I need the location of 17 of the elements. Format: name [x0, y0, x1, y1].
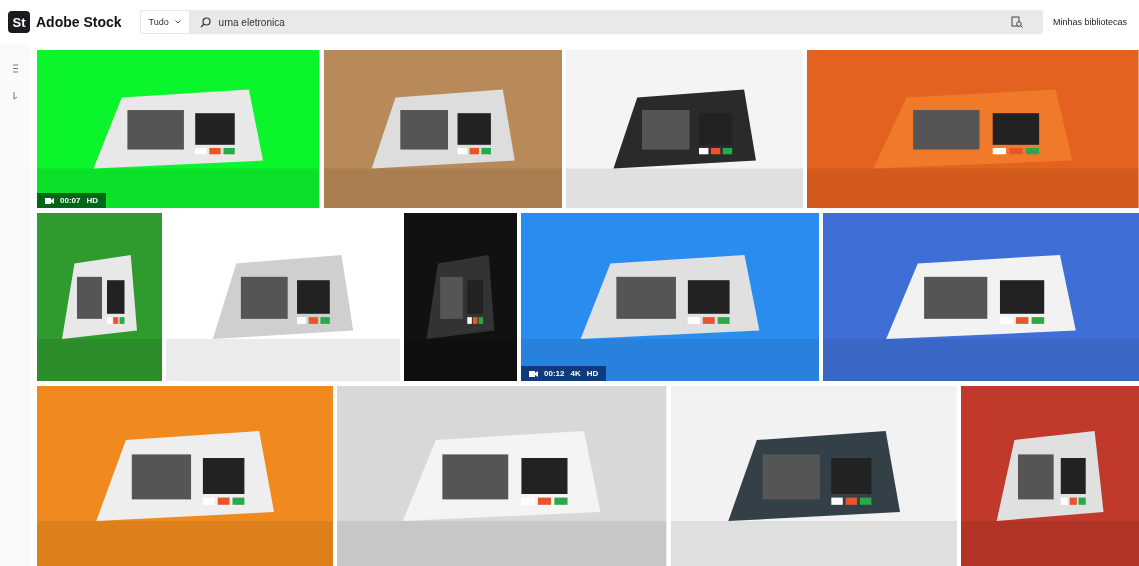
filter-icon[interactable] — [11, 64, 19, 73]
brand-name[interactable]: Adobe Stock — [36, 14, 122, 30]
video-duration: 00:07 — [60, 196, 81, 205]
video-quality: HD — [86, 196, 99, 205]
video-quality: 4K — [570, 369, 581, 378]
video-camera-icon — [45, 197, 54, 204]
search-field[interactable]: urna eletronica — [189, 10, 1043, 34]
visual-search-icon[interactable] — [1010, 16, 1023, 28]
video-quality: HD — [586, 369, 599, 378]
logo-mark[interactable]: St — [8, 11, 30, 33]
libraries-link[interactable]: Minhas bibliotecas — [1052, 17, 1127, 27]
caret-icon — [174, 20, 181, 24]
video-duration: 00:12 — [544, 369, 565, 378]
filter-dropdown[interactable]: Tudo — [139, 10, 190, 34]
search-input[interactable]: urna eletronica — [218, 16, 1003, 28]
search-icon — [199, 16, 211, 28]
video-camera-icon — [529, 370, 538, 377]
